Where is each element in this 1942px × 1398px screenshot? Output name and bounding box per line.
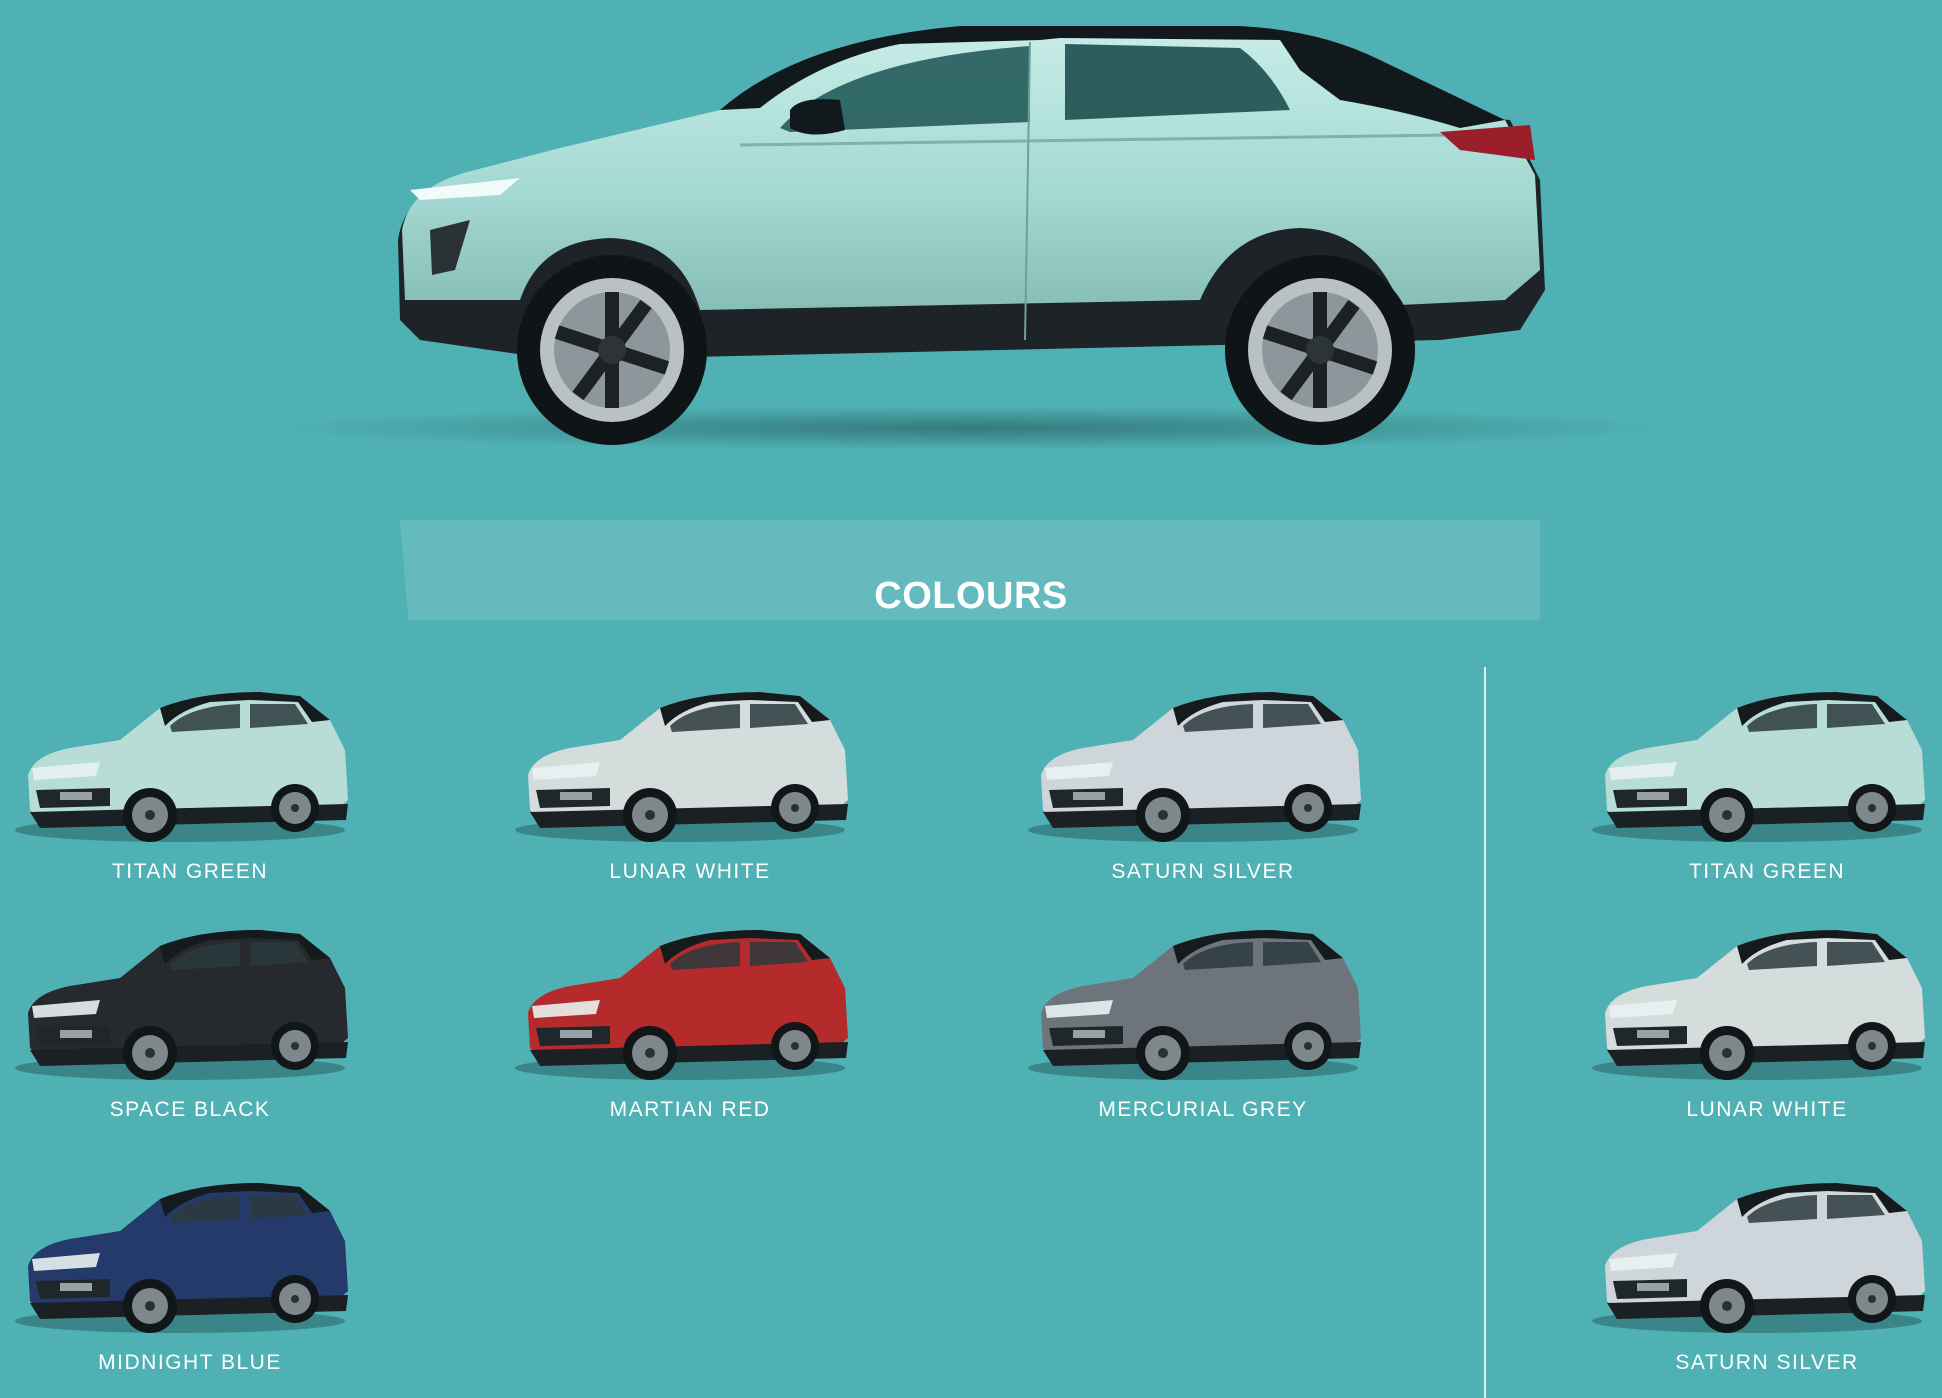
- car-thumbnail: [1592, 1183, 1925, 1333]
- car-thumbnail: [15, 930, 348, 1080]
- car-thumbnail: [1028, 930, 1361, 1080]
- color-label: MARTIAN RED: [609, 1098, 771, 1121]
- color-swatch[interactable]: TITAN GREEN: [1577, 680, 1942, 890]
- color-label: TITAN GREEN: [1688, 860, 1846, 883]
- color-swatch[interactable]: SATURN SILVER: [1013, 680, 1393, 890]
- color-label: SATURN SILVER: [1111, 860, 1295, 883]
- color-label: LUNAR WHITE: [1686, 1098, 1848, 1121]
- color-label: MIDNIGHT BLUE: [98, 1351, 282, 1374]
- color-label: MERCURIAL GREY: [1098, 1098, 1308, 1121]
- color-label: TITAN GREEN: [111, 860, 269, 883]
- color-swatch[interactable]: TITAN GREEN: [0, 680, 380, 890]
- color-swatch[interactable]: MERCURIAL GREY: [1013, 918, 1393, 1128]
- car-thumbnail: [515, 930, 848, 1080]
- color-label: SPACE BLACK: [109, 1098, 271, 1121]
- car-thumbnail: [515, 692, 848, 842]
- color-swatch[interactable]: MIDNIGHT BLUE: [0, 1171, 380, 1381]
- column-divider: [1484, 667, 1486, 1398]
- hero-car-image: [270, 26, 1670, 620]
- car-thumbnail: [1028, 692, 1361, 842]
- color-swatch[interactable]: LUNAR WHITE: [500, 680, 880, 890]
- color-swatch[interactable]: MARTIAN RED: [500, 918, 880, 1128]
- color-swatch[interactable]: LUNAR WHITE: [1577, 918, 1942, 1128]
- car-thumbnail: [1592, 930, 1925, 1080]
- color-swatch[interactable]: SPACE BLACK: [0, 918, 380, 1128]
- car-thumbnail: [1592, 692, 1925, 842]
- color-label: LUNAR WHITE: [609, 860, 771, 883]
- color-label: SATURN SILVER: [1675, 1351, 1859, 1374]
- section-title: COLOURS: [874, 575, 1068, 617]
- color-swatch[interactable]: SATURN SILVER: [1577, 1171, 1942, 1381]
- car-thumbnail: [15, 692, 348, 842]
- car-thumbnail: [15, 1183, 348, 1333]
